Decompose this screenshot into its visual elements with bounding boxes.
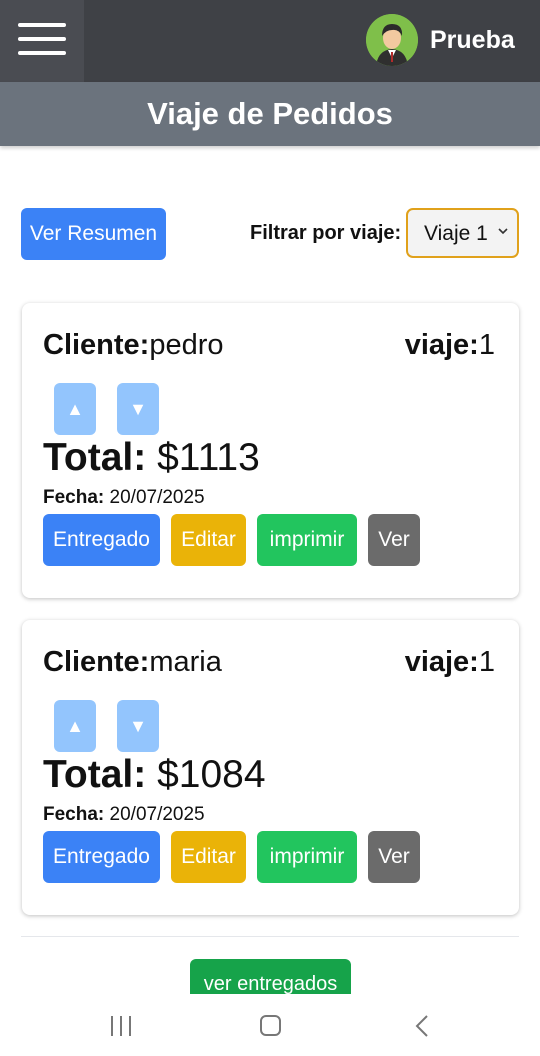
print-button[interactable]: imprimir xyxy=(257,831,357,883)
edit-button[interactable]: Editar xyxy=(171,831,246,883)
edit-button[interactable]: Editar xyxy=(171,514,246,566)
print-button[interactable]: imprimir xyxy=(257,514,357,566)
trip-filter-value: Viaje 1 xyxy=(424,222,488,245)
username[interactable]: Prueba xyxy=(430,26,515,55)
top-app-bar: Prueba xyxy=(0,0,540,82)
page-title: Viaje de Pedidos xyxy=(147,96,393,131)
view-button[interactable]: Ver xyxy=(368,831,420,883)
mark-delivered-button[interactable]: Entregado xyxy=(43,514,160,566)
recent-apps-icon[interactable] xyxy=(110,1016,132,1036)
order-client: Cliente:pedro xyxy=(43,329,224,361)
menu-button[interactable] xyxy=(0,0,84,82)
user-avatar-icon xyxy=(366,14,418,66)
move-down-button[interactable]: ▼ xyxy=(117,700,159,752)
arrow-down-icon: ▼ xyxy=(129,715,147,736)
order-date: Fecha: 20/07/2025 xyxy=(43,487,205,508)
order-trip: viaje:1 xyxy=(404,329,495,361)
move-down-button[interactable]: ▼ xyxy=(117,383,159,435)
order-total: Total: $1084 xyxy=(43,753,266,796)
view-button[interactable]: Ver xyxy=(368,514,420,566)
arrow-down-icon: ▼ xyxy=(129,398,147,419)
order-card: Cliente:maria viaje:1 ▲ ▼ Total: $1084 F… xyxy=(22,620,519,915)
order-trip: viaje:1 xyxy=(404,646,495,678)
trip-filter-select[interactable]: Viaje 1 xyxy=(406,208,519,258)
back-icon[interactable] xyxy=(414,1014,430,1038)
page-title-bar: Viaje de Pedidos xyxy=(0,82,540,146)
order-client: Cliente:maria xyxy=(43,646,222,678)
system-navigation-bar xyxy=(0,994,540,1056)
order-total: Total: $1113 xyxy=(43,436,260,479)
hamburger-menu-icon xyxy=(18,23,66,27)
move-up-button[interactable]: ▲ xyxy=(54,383,96,435)
mark-delivered-button[interactable]: Entregado xyxy=(43,831,160,883)
arrow-up-icon: ▲ xyxy=(66,715,84,736)
divider xyxy=(21,936,519,937)
view-summary-button[interactable]: Ver Resumen xyxy=(21,208,166,260)
home-icon[interactable] xyxy=(260,1015,281,1036)
chevron-down-icon xyxy=(498,228,508,235)
arrow-up-icon: ▲ xyxy=(66,398,84,419)
trip-filter-label: Filtrar por viaje: xyxy=(250,222,402,244)
order-card: Cliente:pedro viaje:1 ▲ ▼ Total: $1113 F… xyxy=(22,303,519,598)
order-date: Fecha: 20/07/2025 xyxy=(43,804,205,825)
move-up-button[interactable]: ▲ xyxy=(54,700,96,752)
avatar[interactable] xyxy=(366,14,418,66)
